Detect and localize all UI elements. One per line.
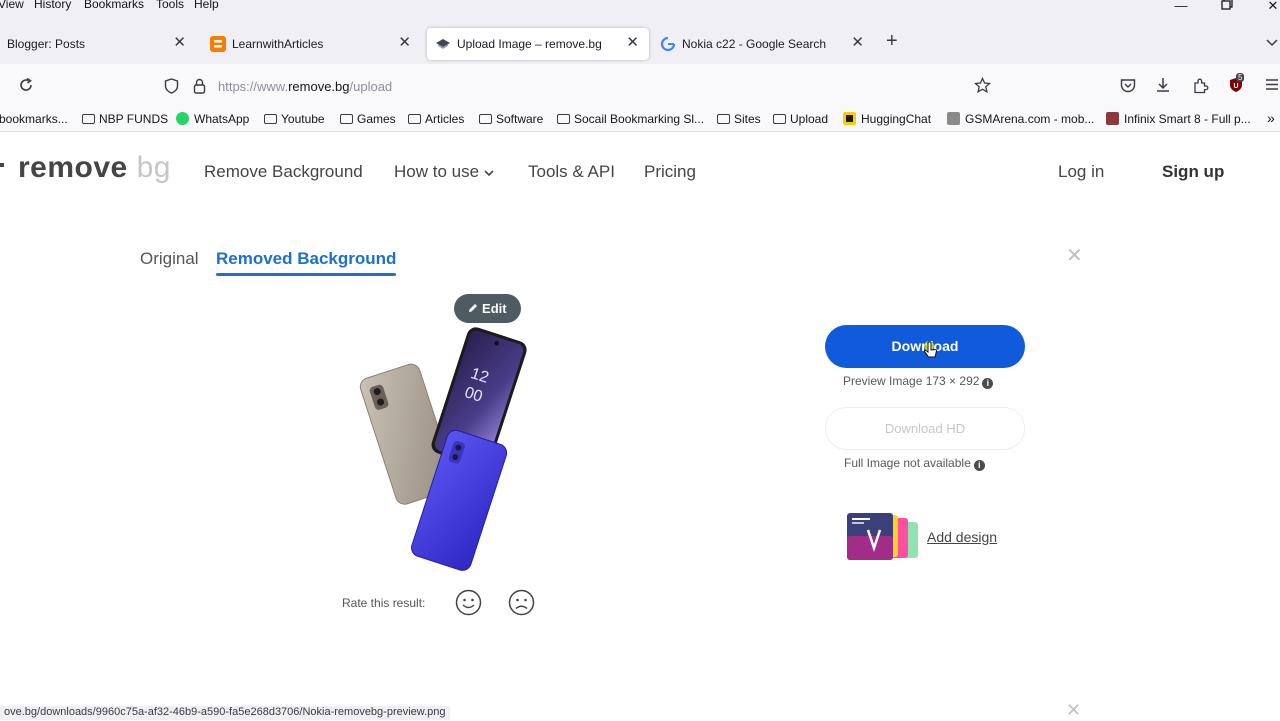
ublock-extension-icon[interactable]: U 5: [1228, 73, 1246, 100]
tab-close-icon[interactable]: ✕: [173, 33, 186, 51]
removebg-page: remove bg Remove Background How to use T…: [0, 133, 1280, 720]
menu-bar: View History Bookmarks Tools Help — ✕: [0, 0, 1280, 14]
folder-icon: [340, 114, 353, 124]
hand-cursor-icon: [922, 340, 940, 367]
smile-icon[interactable]: [455, 589, 482, 621]
bookmark-folder-upload[interactable]: Upload: [773, 112, 828, 126]
hamburger-menu-icon[interactable]: [1265, 78, 1279, 96]
bookmark-gsmarena[interactable]: GSMArena.com - mob...: [947, 112, 1094, 126]
logo-mark-icon: [0, 163, 4, 167]
menu-view[interactable]: View: [0, 0, 24, 11]
nav-how-to-use[interactable]: How to use: [394, 162, 494, 182]
tab-title: LearnwithArticles: [232, 37, 324, 51]
folder-icon: [264, 114, 277, 124]
huggingchat-icon: [843, 112, 856, 125]
download-hd-button[interactable]: Download HD: [825, 407, 1025, 450]
preview-image-note: Preview Image 173 × 292 i: [843, 374, 994, 389]
bookmark-folder-software[interactable]: Software: [479, 112, 543, 126]
tab-strip: Blogger: Posts ✕ LearnwithArticles ✕ Upl…: [0, 14, 1280, 64]
folder-icon: [408, 114, 421, 124]
bookmark-huggingchat[interactable]: HuggingChat: [843, 112, 931, 126]
info-icon[interactable]: i: [982, 378, 994, 389]
svg-text:U: U: [1233, 83, 1238, 90]
google-icon: [660, 36, 676, 52]
url-text[interactable]: https://www.remove.bg/upload: [218, 79, 392, 94]
result-image-nokia-phones: 12 00: [359, 327, 527, 571]
nav-remove-background[interactable]: Remove Background: [204, 162, 363, 182]
bookmark-folder-nbp-funds[interactable]: NBP FUNDS: [82, 112, 168, 126]
bookmark-whatsapp[interactable]: WhatsApp: [176, 112, 249, 126]
tab-title: Blogger: Posts: [7, 37, 86, 51]
bookmark-item[interactable]: bookmarks...: [0, 112, 68, 126]
signup-button[interactable]: Sign up: [1162, 162, 1224, 182]
more-bookmarks-chevron-icon[interactable]: »: [1267, 110, 1275, 126]
nav-pricing[interactable]: Pricing: [644, 162, 696, 182]
reload-icon[interactable]: [18, 77, 34, 98]
menu-tools[interactable]: Tools: [156, 0, 184, 11]
tab-close-icon[interactable]: ✕: [626, 33, 639, 51]
whatsapp-icon: [176, 112, 189, 125]
add-design-thumbnail-icon[interactable]: [846, 512, 920, 562]
bookmark-folder-sites[interactable]: Sites: [717, 112, 761, 126]
bookmark-star-icon[interactable]: [973, 76, 992, 99]
close-result-icon[interactable]: ✕: [1066, 243, 1083, 268]
folder-icon: [479, 114, 492, 124]
new-tab-button[interactable]: +: [886, 30, 898, 53]
rate-result-label: Rate this result:: [342, 596, 426, 610]
folder-icon: [82, 114, 95, 124]
menu-history[interactable]: History: [34, 0, 71, 11]
chevron-down-icon: [484, 170, 494, 177]
menu-bookmarks[interactable]: Bookmarks: [84, 0, 144, 11]
full-image-note: Full Image not available i: [844, 456, 985, 471]
list-all-tabs-icon[interactable]: [1266, 34, 1278, 52]
login-link[interactable]: Log in: [1058, 162, 1104, 182]
extension-badge: 5: [1236, 73, 1245, 82]
frown-icon[interactable]: [508, 589, 535, 621]
shield-icon[interactable]: [164, 78, 179, 99]
bookmark-infinix-smart-8[interactable]: Infinix Smart 8 - Full p...: [1106, 112, 1251, 126]
folder-icon: [773, 114, 786, 124]
edit-button[interactable]: Edit: [454, 294, 521, 323]
gsmarena-icon: [1106, 112, 1119, 125]
add-design-link[interactable]: Add design: [927, 529, 997, 545]
status-bar-link-preview: ove.bg/downloads/9960c75a-af32-46b9-a590…: [0, 706, 450, 720]
bookmark-folder-articles[interactable]: Articles: [408, 112, 464, 126]
info-icon[interactable]: i: [973, 460, 985, 471]
gsmarena-icon: [947, 112, 960, 125]
tab-title: Nokia c22 - Google Search: [682, 37, 827, 51]
url-bar[interactable]: https://www.remove.bg/upload: [150, 70, 1002, 102]
removebg-icon: [435, 36, 451, 52]
downloads-icon[interactable]: [1155, 77, 1171, 98]
menu-help[interactable]: Help: [194, 0, 219, 11]
bookmark-folder-social-bookmarking[interactable]: Socail Bookmarking Sl...: [557, 112, 704, 126]
lock-icon[interactable]: [193, 78, 206, 99]
close-banner-icon[interactable]: ✕: [1066, 700, 1081, 721]
navigation-bar: https://www.remove.bg/upload U 5: [0, 64, 1280, 108]
tab-nokia-google-search[interactable]: Nokia c22 - Google Search ✕: [652, 28, 874, 60]
tab-title: Upload Image – remove.bg: [457, 37, 602, 51]
tab-original[interactable]: Original: [140, 249, 199, 269]
tab-close-icon[interactable]: ✕: [851, 33, 864, 51]
tab-removed-background[interactable]: Removed Background: [216, 249, 397, 276]
tab-upload-image-removebg[interactable]: Upload Image – remove.bg ✕: [427, 28, 649, 60]
tab-close-icon[interactable]: ✕: [398, 33, 411, 51]
removebg-logo[interactable]: remove bg: [18, 151, 171, 185]
bookmark-folder-youtube[interactable]: Youtube: [264, 112, 325, 126]
blogger-icon: [210, 36, 226, 52]
bookmark-folder-games[interactable]: Games: [340, 112, 396, 126]
tab-blogger-posts[interactable]: Blogger: Posts ✕: [0, 28, 196, 60]
bookmarks-toolbar: bookmarks... NBP FUNDS WhatsApp Youtube …: [0, 108, 1280, 132]
folder-icon: [557, 114, 570, 124]
nav-tools-api[interactable]: Tools & API: [528, 162, 615, 182]
tab-learnwitharticles[interactable]: LearnwithArticles ✕: [202, 28, 421, 60]
folder-icon: [717, 114, 730, 124]
pocket-icon[interactable]: [1120, 78, 1136, 98]
extensions-icon[interactable]: [1192, 77, 1209, 99]
pencil-icon: [469, 304, 478, 312]
